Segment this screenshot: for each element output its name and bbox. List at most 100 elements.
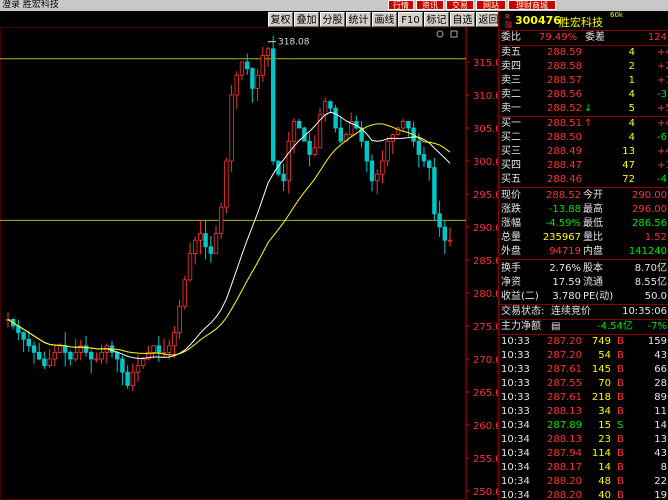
stats-value: 17.59 (552, 277, 581, 288)
quote-row-4: 外盘 94719 内盘 141240 (499, 245, 668, 259)
candle-body (94, 358, 99, 361)
candle-body (83, 345, 89, 353)
candle-body (291, 121, 297, 142)
price-tick-label: 300.0 (473, 157, 498, 168)
candle-body (250, 68, 255, 89)
candle-body (192, 239, 198, 254)
order-ratio-row: 委比 79.49% 委差 124 (499, 31, 668, 45)
tick-volume: 70 (598, 378, 611, 389)
quote-row-0: 现价 288.52 今开 290.00 (499, 189, 668, 203)
asks-price: 288.59 (547, 47, 582, 58)
toolbar-button-3[interactable]: 统计 (346, 12, 371, 27)
tick-volume: 749 (591, 336, 611, 347)
window-title: 澄录 胜宏科技 (2, 0, 59, 10)
toolbar-button-6[interactable]: 标记 (424, 12, 449, 27)
stats-label: 股本 (583, 263, 603, 274)
order-ratio-label: 委比 (501, 32, 521, 43)
toolbar-button-5[interactable]: F10 (398, 12, 423, 27)
bids-volume: 72 (622, 174, 635, 185)
asks-label: 卖四 (501, 61, 521, 72)
stats-label: 换手 (501, 263, 521, 274)
candle-body (57, 345, 63, 353)
asks-label: 卖五 (501, 47, 521, 58)
asks-row-0: 卖五 288.59 4 +4 (499, 46, 668, 60)
tick-time: 10:33 (501, 350, 530, 361)
asks-row-2: 卖三 288.57 1 +1 (499, 74, 668, 88)
candle-body (151, 345, 156, 353)
expand-icon[interactable] (450, 30, 458, 38)
tick-volume: 54 (598, 350, 611, 361)
toolbar-button-1[interactable]: 叠加 (294, 12, 319, 27)
tick-side: B (617, 364, 624, 375)
candle-body (426, 160, 432, 168)
candle-body (52, 351, 57, 360)
tick-time: 10:33 (501, 364, 530, 375)
toolbar-button-2[interactable]: 分股 (320, 12, 345, 27)
tick-row-11: 10:34 288.20 40 B 19 (499, 489, 668, 500)
tick-count: 19 (654, 490, 667, 500)
candle-body (89, 351, 94, 360)
tick-price: 287.55 (547, 378, 582, 389)
tick-row-9: 10:34 288.17 14 B 8 (499, 461, 668, 475)
menu-item-0[interactable]: 行情 (388, 0, 414, 10)
high-annotation: 318.08 (278, 38, 310, 48)
stats-label: 净资 (501, 277, 521, 288)
bids-price: 288.46 (547, 174, 582, 185)
tick-side: B (617, 378, 624, 389)
asks-label: 卖三 (501, 75, 521, 86)
stock-header: R 融 300476 胜宏科技 60k (499, 11, 668, 31)
candle-body (31, 345, 37, 353)
bids-row-2: 买三 288.49 13 +4 (499, 145, 668, 159)
candle-body (42, 358, 47, 366)
tick-price: 287.20 (547, 350, 582, 361)
quote-label: 涨跌 (501, 204, 521, 215)
grid-icon[interactable]: ▤ (551, 320, 560, 334)
menu-item-2[interactable]: 交易 (446, 0, 474, 10)
tick-time: 10:34 (501, 462, 530, 473)
quote-row-3: 总量 235967 量比 1.52 (499, 231, 668, 245)
tick-price: 287.89 (547, 420, 582, 431)
tick-row-1: 10:33 287.20 54 B 43 (499, 349, 668, 363)
net-flow-label: 主力净额 (501, 321, 541, 332)
tick-count: 14 (654, 420, 667, 431)
toolbar-button-7[interactable]: 自选 (450, 12, 475, 27)
menu-item-1[interactable]: 资讯 (416, 0, 444, 10)
tick-side: B (617, 448, 624, 459)
toolbar-button-4[interactable]: 画线 (372, 12, 397, 27)
candle-body (21, 332, 26, 340)
settings-circle-icon[interactable] (436, 30, 444, 38)
candle-body (286, 140, 291, 182)
bids-price: 288.49 (547, 146, 582, 157)
menu-item-4[interactable]: 理财商城 (508, 0, 556, 10)
asks-row-4: 卖一 288.52↓ 5 +5 (499, 102, 668, 116)
candle-body (177, 305, 182, 334)
stock-suffix: 60k (610, 11, 623, 19)
candle-body (218, 206, 224, 234)
bids-row-0: 买一 288.51↑ 4 +4 (499, 117, 668, 131)
tick-price: 288.20 (547, 490, 582, 500)
trade-status-value: 连续竞价 (551, 306, 591, 317)
tick-side: B (617, 336, 624, 347)
tick-row-8: 10:34 287.94 114 B 43 (499, 447, 668, 461)
stats-value: 50.0 (644, 291, 667, 302)
candle-body (63, 345, 68, 353)
menu-item-3[interactable]: 网站 (476, 0, 506, 10)
candle-body (364, 140, 369, 162)
quote-row-1: 涨跌 -13.88 最高 296.00 (499, 203, 668, 217)
candle-body (130, 371, 135, 386)
toolbar-button-0[interactable]: 复权 (268, 12, 293, 27)
net-flow-pct: -7% (647, 321, 667, 332)
kline-chart[interactable]: 250.0 255.0 260.0 265.0 270.0 275.0 280.0 285.0… (0, 27, 498, 500)
tick-count: 159 (647, 336, 667, 347)
price-tick-label: 270.0 (473, 355, 498, 366)
quote-label: 最低 (583, 218, 603, 229)
tick-side: B (617, 490, 624, 500)
tick-row-7: 10:34 288.13 23 B 13 (499, 433, 668, 447)
bids-label: 买二 (501, 132, 521, 143)
quote-value: -4.59% (545, 218, 581, 229)
quote-value: 141240 (628, 246, 667, 257)
quote-value: 94719 (549, 246, 581, 257)
candle-body (447, 239, 453, 242)
candle-body (369, 160, 375, 182)
quote-label: 今开 (583, 190, 603, 201)
